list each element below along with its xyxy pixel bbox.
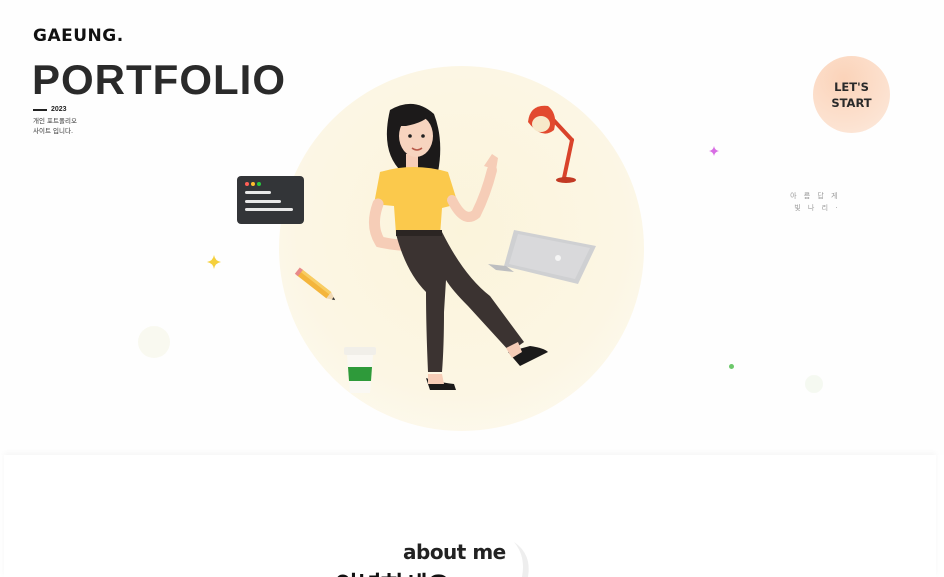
hero-section: GAEUNG. PORTFOLIO 2023 개인 포트폴리오 사이트 입니다. [0, 0, 944, 455]
side-text-line-1: 아 름 답 게 [790, 192, 840, 200]
side-text: 아 름 답 게 빛 나 리 · [760, 190, 840, 214]
cta-line-1: LET'S [834, 79, 869, 94]
year-row: 2023 [33, 106, 67, 113]
year-divider [33, 108, 47, 111]
about-label: about me [403, 540, 506, 564]
side-text-line-2: 빛 나 리 · [794, 204, 840, 212]
year-label: 2023 [51, 106, 67, 113]
hero-description: 개인 포트폴리오 사이트 입니다. [33, 116, 123, 136]
swoosh-icon [514, 542, 529, 577]
lets-start-button[interactable]: LET'S START [813, 56, 890, 133]
description-line-1: 개인 포트폴리오 [33, 117, 77, 125]
brand-logo[interactable]: GAEUNG. [33, 26, 124, 46]
about-heading: 안녕하세요 [335, 566, 451, 577]
sparkle-icon [709, 146, 719, 156]
cta-line-2: START [831, 95, 872, 110]
sparkle-icon [729, 364, 734, 369]
character-illustration [369, 103, 548, 390]
sparkle-icon [138, 326, 170, 358]
sparkle-icon [805, 375, 823, 393]
description-line-2: 사이트 입니다. [33, 127, 74, 135]
sparkle-icon [207, 255, 221, 269]
